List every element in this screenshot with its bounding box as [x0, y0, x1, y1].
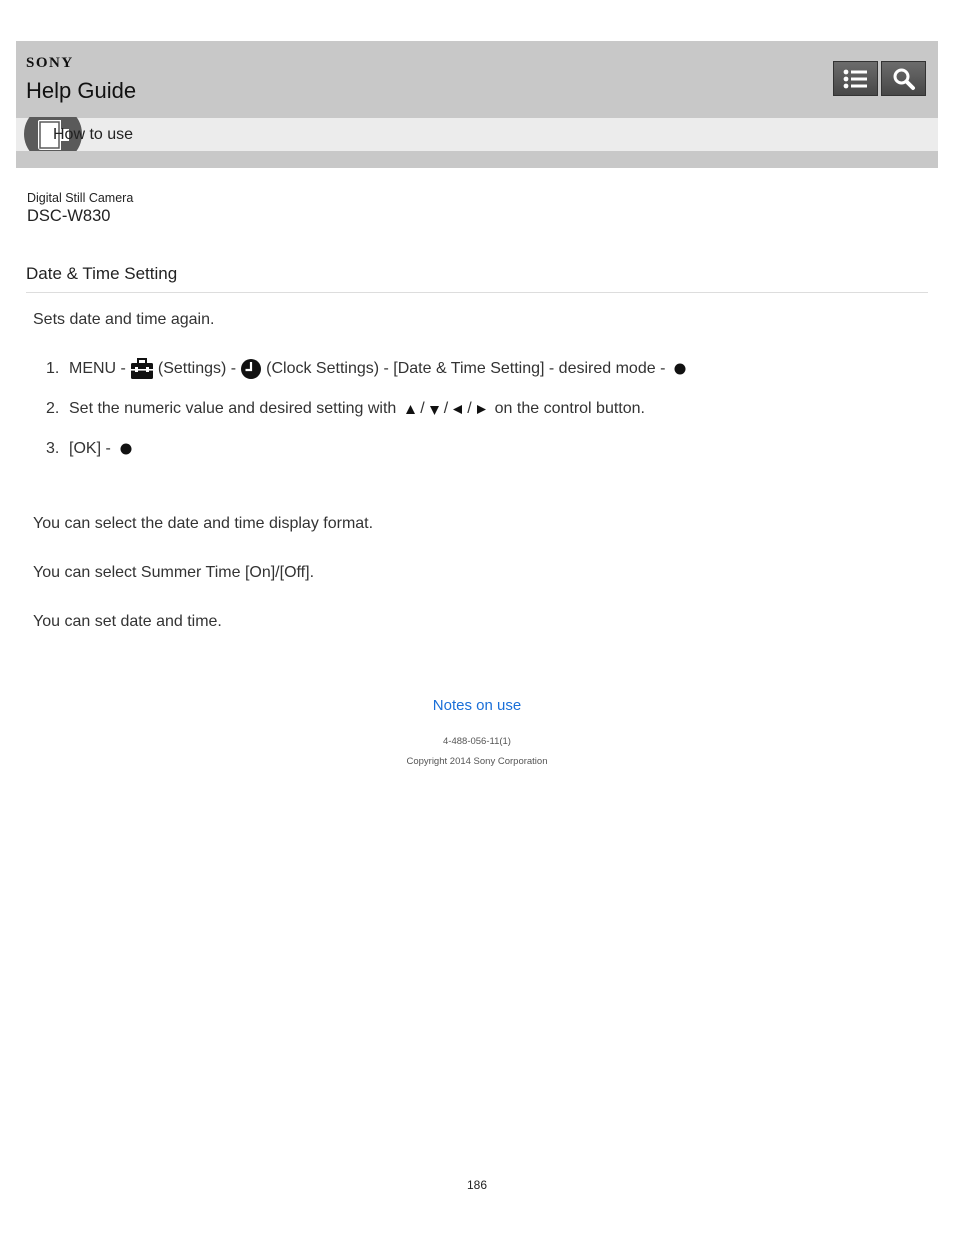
triangle-down-icon: [429, 404, 440, 415]
step-number: 3.: [46, 440, 60, 457]
sony-logo: SONY: [26, 55, 74, 71]
copyright: Copyright 2014 Sony Corporation: [406, 756, 548, 767]
step-3: 3. [OK] -: [46, 440, 133, 458]
document-number: 4-488-056-11(1): [443, 736, 511, 747]
separator: /: [443, 400, 449, 417]
note-summer-time: You can select Summer Time [On]/[Off].: [33, 564, 315, 581]
step-number: 1.: [46, 360, 60, 377]
note-date-format: You can select the date and time display…: [33, 515, 374, 532]
page-number: 186: [466, 1178, 488, 1192]
header: SONY Help Guide How to use: [16, 41, 938, 168]
triangle-left-icon: [452, 404, 463, 415]
page-title: Date & Time Setting: [26, 264, 178, 283]
step-1: 1. MENU - (Settings) - (Clock Settings) …: [46, 358, 687, 380]
help-guide-title[interactable]: Help Guide: [26, 78, 136, 104]
step-text: on the control button.: [494, 400, 645, 417]
toolbox-icon: [130, 358, 154, 380]
triangle-up-icon: [405, 404, 416, 415]
step-2: 2. Set the numeric value and desired set…: [46, 400, 645, 418]
clock-icon: [240, 358, 262, 380]
breadcrumb: How to use: [16, 117, 938, 151]
list-icon: [843, 69, 867, 88]
notes-on-use-link[interactable]: Notes on use: [0, 697, 954, 714]
step-text: [OK] -: [69, 440, 111, 457]
separator: /: [467, 400, 472, 417]
note-set-date-time: You can set date and time.: [33, 613, 222, 630]
step-text: MENU -: [69, 360, 126, 377]
toc-button[interactable]: [833, 61, 878, 96]
search-icon: [893, 68, 915, 90]
title-divider: [26, 292, 928, 293]
intro-text: Sets date and time again.: [33, 311, 215, 328]
center-button-icon: [673, 362, 687, 376]
product-model: DSC-W830: [27, 207, 111, 225]
product-type: Digital Still Camera: [27, 191, 134, 205]
breadcrumb-how-to-use[interactable]: How to use: [53, 126, 133, 144]
triangle-right-icon: [476, 404, 487, 415]
step-number: 2.: [46, 400, 60, 417]
step-text: (Settings) -: [157, 360, 237, 377]
center-button-icon: [119, 442, 133, 456]
step-text: Set the numeric value and desired settin…: [69, 400, 397, 417]
step-text: (Clock Settings) - [Date & Time Setting]…: [266, 360, 666, 377]
separator: /: [420, 400, 425, 417]
search-button[interactable]: [881, 61, 926, 96]
